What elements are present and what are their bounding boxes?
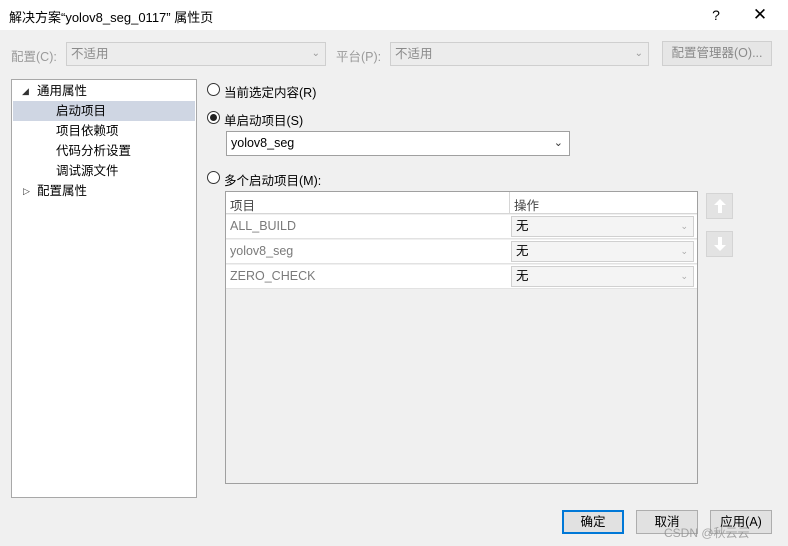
multiple-startup-radio[interactable] xyxy=(207,171,220,184)
tree-item-debug-source-files[interactable]: 调试源文件 xyxy=(13,161,195,181)
move-down-button[interactable] xyxy=(706,231,733,257)
column-header-project: 项目 xyxy=(230,199,256,213)
current-selection-label[interactable]: 当前选定内容(R) xyxy=(224,82,316,101)
title-bar: 解决方案“yolov8_seg_0117” 属性页 ? ✕ xyxy=(0,0,788,30)
single-startup-label[interactable]: 单启动项目(S) xyxy=(224,110,303,129)
platform-label: 平台(P): xyxy=(336,50,382,64)
single-startup-value: yolov8_seg xyxy=(231,136,295,150)
chevron-down-icon: ⌄ xyxy=(680,271,688,281)
ok-button[interactable]: 确定 xyxy=(562,510,624,534)
tree-item-config-props[interactable]: ▷ 配置属性 xyxy=(13,181,195,201)
table-row[interactable]: ALL_BUILD 无 ⌄ xyxy=(226,215,697,239)
platform-dropdown[interactable]: 不适用 ⌄ xyxy=(390,42,649,66)
grid-header: 项目 操作 xyxy=(226,192,697,214)
tree-item-label: 配置属性 xyxy=(37,184,88,198)
tree-item-project-dependencies[interactable]: 项目依赖项 xyxy=(13,121,195,141)
row-action-dropdown[interactable]: 无 ⌄ xyxy=(511,241,694,262)
table-row[interactable]: ZERO_CHECK 无 ⌄ xyxy=(226,265,697,289)
tree-item-label: 启动项目 xyxy=(56,104,107,118)
collapsed-arrow-icon[interactable]: ▷ xyxy=(23,181,30,201)
chevron-down-icon: ⌄ xyxy=(311,48,320,59)
arrow-down-icon xyxy=(713,237,726,251)
tree-item-common-props[interactable]: ◢ 通用属性 xyxy=(13,81,195,101)
arrow-up-icon xyxy=(713,199,726,213)
watermark: CSDN @秋云云 xyxy=(664,526,750,540)
row-action-dropdown[interactable]: 无 ⌄ xyxy=(511,216,694,237)
tree-item-label: 调试源文件 xyxy=(56,164,119,178)
move-up-button[interactable] xyxy=(706,193,733,219)
tree-item-startup-project[interactable]: 启动项目 xyxy=(13,101,195,121)
config-label: 配置(C): xyxy=(11,50,57,64)
chevron-down-icon: ⌄ xyxy=(553,137,563,149)
row-action-value: 无 xyxy=(516,269,529,283)
tree-item-label: 项目依赖项 xyxy=(56,124,119,138)
row-action-value: 无 xyxy=(516,219,529,233)
startup-projects-grid: 项目 操作 ALL_BUILD 无 ⌄ yolov8_seg 无 ⌄ ZERO_… xyxy=(225,191,698,484)
column-header-action: 操作 xyxy=(514,199,540,213)
platform-value: 不适用 xyxy=(395,47,433,61)
single-startup-radio[interactable] xyxy=(207,111,220,124)
tree-item-label: 通用属性 xyxy=(37,84,88,98)
row-action-value: 无 xyxy=(516,244,529,258)
config-value: 不适用 xyxy=(71,47,109,61)
row-project-name: yolov8_seg xyxy=(230,244,294,258)
close-button[interactable]: ✕ xyxy=(745,3,775,27)
config-manager-button[interactable]: 配置管理器(O)... xyxy=(662,41,772,66)
help-button[interactable]: ? xyxy=(705,4,727,26)
single-startup-dropdown[interactable]: yolov8_seg ⌄ xyxy=(226,131,570,156)
table-row[interactable]: yolov8_seg 无 ⌄ xyxy=(226,240,697,264)
row-project-name: ZERO_CHECK xyxy=(230,269,316,283)
multiple-startup-label[interactable]: 多个启动项目(M): xyxy=(224,170,321,189)
row-action-dropdown[interactable]: 无 ⌄ xyxy=(511,266,694,287)
chevron-down-icon: ⌄ xyxy=(634,48,643,59)
window-title: 解决方案“yolov8_seg_0117” 属性页 xyxy=(9,10,214,25)
chevron-down-icon: ⌄ xyxy=(680,246,688,256)
column-divider xyxy=(509,192,510,214)
property-tree[interactable]: ◢ 通用属性 启动项目 项目依赖项 代码分析设置 调试源文件 ▷ 配置属性 xyxy=(11,79,197,498)
expanded-arrow-icon[interactable]: ◢ xyxy=(22,81,29,101)
chevron-down-icon: ⌄ xyxy=(680,221,688,231)
tree-item-label: 代码分析设置 xyxy=(56,144,132,158)
tree-item-code-analysis[interactable]: 代码分析设置 xyxy=(13,141,195,161)
current-selection-radio[interactable] xyxy=(207,83,220,96)
row-project-name: ALL_BUILD xyxy=(230,219,297,233)
config-dropdown[interactable]: 不适用 ⌄ xyxy=(66,42,326,66)
